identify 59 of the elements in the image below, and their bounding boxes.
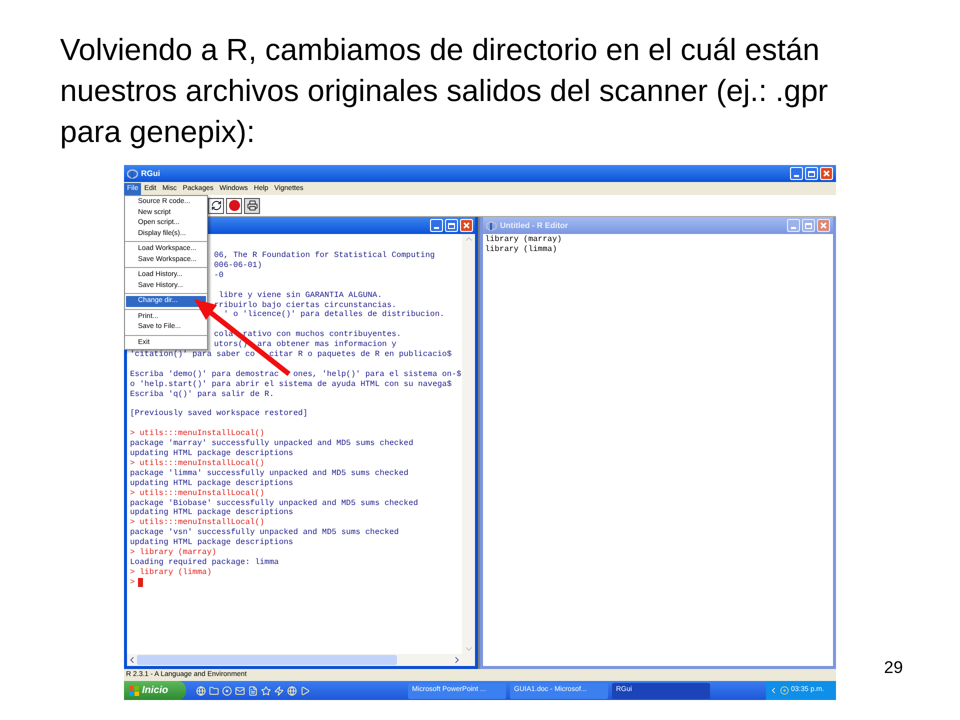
console-line: Loading required package: limma: [130, 558, 279, 568]
window-title: RGui: [141, 168, 162, 180]
editor-line: library (marray): [485, 235, 562, 244]
r-logo-icon: [486, 220, 497, 230]
editor-title: Untitled - R Editor: [500, 220, 569, 232]
close-button[interactable]: [817, 219, 830, 232]
globe-icon[interactable]: [287, 686, 297, 696]
windows-flag-icon: [129, 686, 139, 696]
editor-line: library (limma): [485, 244, 558, 254]
close-icon: [823, 170, 830, 177]
horizontal-scrollbar[interactable]: [127, 654, 475, 666]
lightning-icon[interactable]: [274, 686, 284, 696]
console-line: updating HTML package descriptions: [130, 508, 294, 518]
console-line: updating HTML package descriptions: [130, 449, 294, 458]
console-line: > utils:::menuInstallLocal(): [130, 429, 264, 438]
stop-button[interactable]: [226, 198, 242, 214]
console-line: -0: [214, 270, 224, 280]
refresh-button[interactable]: [208, 198, 224, 214]
console-line: > utils:::menuInstallLocal(): [130, 518, 264, 528]
console-line: package 'limma' successfully unpacked and MD5 sums checked: [130, 468, 408, 478]
console-line: updating HTML package descriptions: [130, 538, 294, 548]
console-line: 'citation()' para saber co citar R o paquetes de R en publicacio$: [130, 350, 452, 360]
star-icon[interactable]: [261, 686, 271, 696]
scrollbar-thumb[interactable]: [137, 655, 397, 665]
console-line: package 'vsn' successfully unpacked and MD5 sums checked: [130, 528, 399, 538]
console-line: utors() ara obtener mas informacion y: [214, 340, 396, 350]
console-line: o 'help.start()' para abrir el sistema de ayuda HTML con su navega$: [130, 380, 452, 389]
restore-button[interactable]: [805, 167, 818, 180]
close-icon: [463, 222, 470, 229]
slide-title: Volviendo a R, cambiamos de directorio en el cuál están nuestros archivos originales salidos del scanner (ej.: .gpr para genepix):: [60, 32, 829, 151]
play-icon[interactable]: [300, 686, 310, 696]
console-line: libre y viene sin GARANTIA ALGUNA.: [218, 290, 382, 300]
folder-icon[interactable]: [209, 686, 219, 696]
console-line: updating HTML package descriptions: [130, 478, 294, 488]
console-line: 006-06-01): [214, 260, 262, 270]
document-icon[interactable]: [248, 686, 258, 696]
console-line: cola rativo con muchos contribuyentes.: [214, 330, 402, 340]
console-line: package 'Biobase' successfully unpacked and MD5 sums checked: [130, 498, 418, 508]
console-line: > utils:::menuInstallLocal(): [130, 488, 264, 498]
console-line: 06, The R Foundation for Statistical Computing: [214, 251, 435, 260]
console-line: ' o 'licence()' para detalles de distribucion.: [222, 310, 444, 320]
console-line: > library (marray): [130, 548, 216, 558]
console-line: Escriba 'q()' para salir de R.: [130, 390, 274, 399]
globe-icon[interactable]: [196, 686, 206, 696]
console-line: > utils:::menuInstallLocal(): [130, 458, 264, 468]
page-number: 29: [884, 656, 903, 678]
console-line: [Previously saved workspace restored]: [130, 409, 308, 418]
console-line: Escriba 'demo()' para demostrac ones, 'help()' para el sistema on-$: [130, 370, 462, 379]
console-line: > library (limma): [130, 568, 212, 577]
disc-icon[interactable]: [780, 686, 789, 695]
r-logo-icon: [127, 168, 138, 178]
mail-icon[interactable]: [235, 686, 245, 696]
chevron-icon[interactable]: [769, 686, 778, 695]
console-prompt: >: [130, 578, 135, 588]
console-line: package 'marray' successfully unpacked and MD5 sums checked: [130, 439, 414, 448]
print-button[interactable]: [244, 198, 260, 214]
console-line: rribuirlo bajo ciertas circunstancias.: [214, 300, 396, 310]
text-cursor: [138, 578, 143, 588]
close-icon: [820, 222, 827, 229]
